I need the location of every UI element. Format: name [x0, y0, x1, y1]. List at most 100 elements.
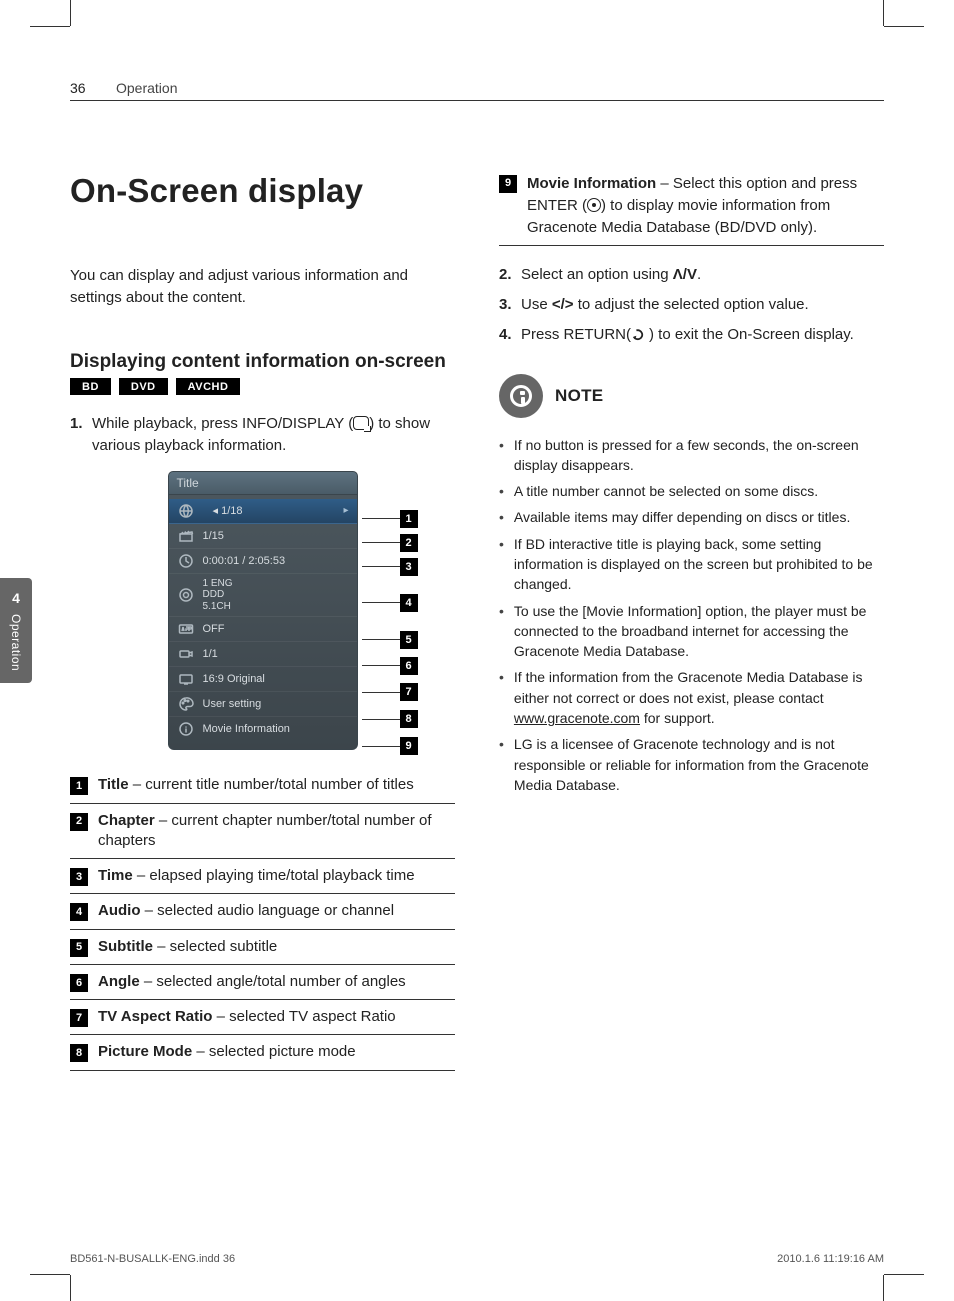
- step-2: 2. Select an option using Λ/V.: [499, 264, 884, 286]
- note-item: If BD interactive title is playing back,…: [499, 531, 884, 598]
- osd-value: 1/15: [203, 530, 349, 542]
- legend-item: 4 Audio – selected audio language or chan…: [70, 894, 455, 929]
- step-4: 4. Press RETURN() to exit the On-Screen …: [499, 324, 884, 346]
- osd-value: Movie Information: [203, 723, 349, 735]
- note-item: If no button is pressed for a few second…: [499, 432, 884, 479]
- display-icon: [353, 416, 369, 430]
- step-1: 1. While playback, press INFO/DISPLAY ()…: [70, 413, 455, 457]
- gracenote-link[interactable]: www.gracenote.com: [514, 710, 640, 726]
- legend-item: 8Picture Mode – selected picture mode: [70, 1035, 455, 1070]
- callout-number: 2: [400, 534, 418, 552]
- left-right-icon: </>: [552, 296, 574, 313]
- crop-mark: [70, 0, 71, 26]
- legend-text: Movie Information – Select this option a…: [527, 173, 884, 238]
- tv-icon: [177, 671, 195, 687]
- badge-bd: BD: [70, 378, 111, 395]
- callout: 7: [362, 679, 418, 706]
- right-arrow-icon: ▸: [343, 505, 348, 516]
- legend-item: 5 Subtitle – selected subtitle: [70, 930, 455, 965]
- up-down-icon: Λ/V: [673, 266, 697, 283]
- note-item: If the information from the Gracenote Me…: [499, 664, 884, 731]
- osd-value: 0:00:01 / 2:05:53: [203, 555, 349, 567]
- callout-number: 4: [400, 594, 418, 612]
- crop-mark: [884, 26, 924, 27]
- legend-text: Subtitle – selected subtitle: [98, 937, 277, 957]
- osd-row: Movie Information: [169, 717, 357, 741]
- legend-item: 6 Angle – selected angle/total number of …: [70, 965, 455, 1000]
- crop-mark: [884, 1274, 924, 1275]
- osd-value: OFF: [203, 623, 349, 635]
- callout-number: 8: [400, 710, 418, 728]
- legend-text: Angle – selected angle/total number of a…: [98, 972, 406, 992]
- callout: 2: [362, 531, 418, 555]
- note-title: NOTE: [555, 386, 603, 406]
- section-label: Operation: [116, 80, 177, 96]
- globe-icon: [177, 503, 195, 519]
- callout: 5: [362, 627, 418, 653]
- legend-item: 3Time – elapsed playing time/total playb…: [70, 859, 455, 894]
- note-item: LG is a licensee of Gracenote technology…: [499, 731, 884, 798]
- legend-number: 9: [499, 175, 517, 193]
- legend-text: TV Aspect Ratio – selected TV aspect Rat…: [98, 1007, 396, 1027]
- abc-icon: [177, 621, 195, 637]
- step-text: Select an option using Λ/V.: [521, 264, 701, 286]
- legend-text: Chapter – current chapter number/total n…: [98, 811, 455, 852]
- page-footer: BD561-N-BUSALLK-ENG.indd 36 2010.1.6 11:…: [70, 1253, 884, 1265]
- callout-number: 6: [400, 657, 418, 675]
- side-tab-number: 4: [12, 590, 20, 606]
- legend-text: Picture Mode – selected picture mode: [98, 1042, 356, 1062]
- note-item: Available items may differ depending on …: [499, 504, 884, 530]
- step-number: 3.: [499, 294, 515, 316]
- clapper-icon: [177, 528, 195, 544]
- legend-item: 2Chapter – current chapter number/total …: [70, 804, 455, 860]
- page-number: 36: [70, 80, 116, 96]
- legend-number: 5: [70, 939, 88, 957]
- callout-number: 5: [400, 631, 418, 649]
- legend-number: 7: [70, 1009, 88, 1027]
- note-header: NOTE: [499, 374, 884, 418]
- step-text: Use </> to adjust the selected option va…: [521, 294, 809, 316]
- badge-dvd: DVD: [119, 378, 168, 395]
- crop-mark: [30, 26, 70, 27]
- callout: 4: [362, 579, 418, 627]
- legend-text: Audio – selected audio language or chann…: [98, 901, 394, 921]
- osd-row: OFF: [169, 617, 357, 642]
- step-number: 4.: [499, 324, 515, 346]
- callout-number: 3: [400, 558, 418, 576]
- osd-row: User setting: [169, 692, 357, 717]
- return-icon: [631, 326, 649, 340]
- crop-mark: [30, 1274, 70, 1275]
- step-number: 2.: [499, 264, 515, 286]
- note-item: A title number cannot be selected on som…: [499, 478, 884, 504]
- step-text: Press RETURN() to exit the On-Screen dis…: [521, 324, 854, 346]
- crop-mark: [883, 1275, 884, 1301]
- legend-item-9: 9 Movie Information – Select this option…: [499, 173, 884, 246]
- crop-mark: [883, 0, 884, 26]
- footer-right: 2010.1.6 11:19:16 AM: [777, 1253, 884, 1265]
- legend-item: 1Title – current title number/total numb…: [70, 768, 455, 803]
- osd-row: 0:00:01 / 2:05:53: [169, 549, 357, 574]
- legend-number: 4: [70, 903, 88, 921]
- footer-left: BD561-N-BUSALLK-ENG.indd 36: [70, 1253, 235, 1265]
- legend-number: 6: [70, 974, 88, 992]
- step-3: 3. Use </> to adjust the selected option…: [499, 294, 884, 316]
- callout: 3: [362, 555, 418, 579]
- osd-row: 1/15: [169, 524, 357, 549]
- osd-value: 1 ENGDDD5.1CH: [203, 578, 349, 613]
- legend-text: Time – elapsed playing time/total playba…: [98, 866, 415, 886]
- step-number: 1.: [70, 413, 86, 457]
- callout: 8: [362, 706, 418, 733]
- callout-number: 9: [400, 737, 418, 755]
- side-tab-label: Operation: [9, 614, 23, 671]
- osd-value: ◂ 1/18: [213, 504, 336, 517]
- callout-number: 1: [400, 510, 418, 528]
- clock-icon: [177, 553, 195, 569]
- target-icon: [177, 587, 195, 603]
- info-icon: [177, 721, 195, 737]
- osd-row: 1/1: [169, 642, 357, 667]
- side-tab: 4 Operation: [0, 578, 32, 683]
- osd-row: ◂ 1/18 ▸: [169, 499, 357, 524]
- camera-icon: [177, 646, 195, 662]
- callout: 6: [362, 653, 418, 679]
- callout: 9: [362, 733, 418, 760]
